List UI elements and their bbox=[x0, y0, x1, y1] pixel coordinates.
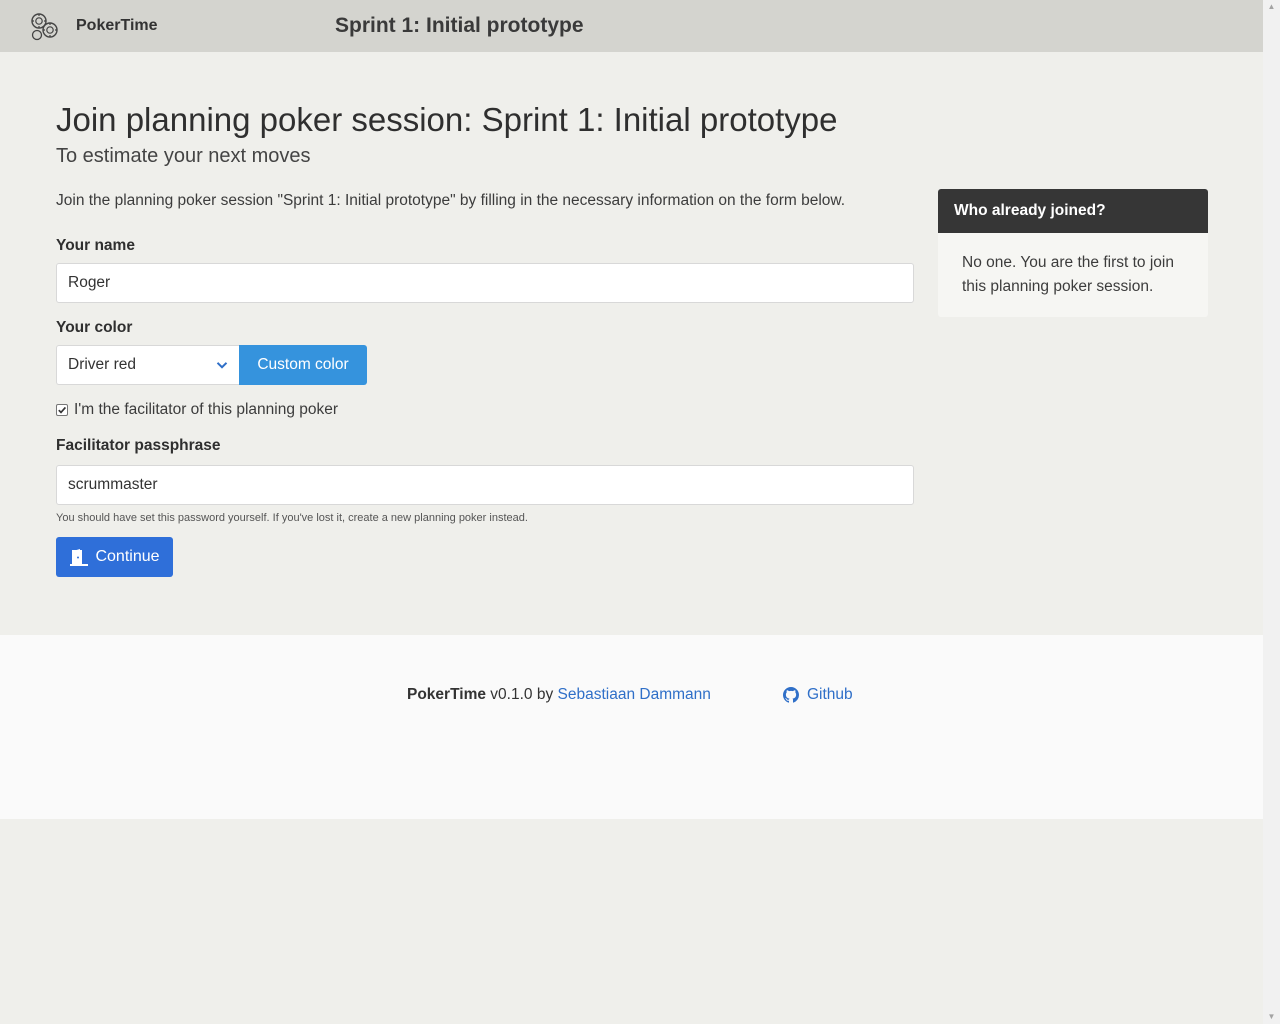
color-select[interactable]: Driver red bbox=[56, 345, 239, 385]
page-subtitle: To estimate your next moves bbox=[56, 145, 311, 167]
brand[interactable]: PokerTime bbox=[28, 10, 158, 42]
passphrase-input[interactable]: scrummaster bbox=[56, 465, 914, 505]
github-link[interactable]: Github bbox=[783, 685, 853, 705]
form-intro: Join the planning poker session "Sprint … bbox=[56, 192, 846, 209]
joined-panel-body: No one. You are the first to join this p… bbox=[962, 254, 1174, 295]
facilitator-label: I'm the facilitator of this planning pok… bbox=[74, 401, 339, 418]
joined-panel: Who already joined? No one. You are the … bbox=[938, 189, 1208, 317]
footer-credits: PokerTime v0.1.0 by Sebastiaan Dammann bbox=[407, 685, 711, 705]
github-icon bbox=[783, 687, 799, 703]
passphrase-help: You should have set this password yourse… bbox=[56, 512, 528, 524]
navbar: PokerTime Sprint 1: Initial prototype bbox=[0, 0, 1263, 52]
color-label: Your color bbox=[56, 319, 133, 336]
page-title: Join planning poker session: Sprint 1: I… bbox=[56, 101, 838, 138]
facilitator-row: I'm the facilitator of this planning pok… bbox=[56, 401, 914, 419]
footer-version: v0.1.0 by bbox=[490, 686, 554, 703]
github-label: Github bbox=[807, 686, 853, 703]
joined-panel-title: Who already joined? bbox=[938, 189, 1208, 233]
door-open-icon bbox=[70, 549, 89, 566]
facilitator-checkbox[interactable] bbox=[56, 404, 68, 416]
name-input[interactable]: Roger bbox=[56, 263, 914, 303]
continue-button[interactable]: Continue bbox=[56, 537, 173, 577]
custom-color-button[interactable]: Custom color bbox=[239, 345, 367, 385]
scrollbar[interactable] bbox=[1263, 0, 1280, 1024]
footer-app-name: PokerTime bbox=[407, 686, 486, 703]
chevron-down-icon bbox=[216, 362, 228, 369]
name-label: Your name bbox=[56, 237, 135, 254]
poker-chips-icon bbox=[31, 13, 58, 41]
passphrase-label: Facilitator passphrase bbox=[56, 437, 221, 454]
scroll-up-icon[interactable]: ▲ bbox=[1266, 2, 1277, 12]
page: PokerTime Sprint 1: Initial prototype Jo… bbox=[0, 0, 1263, 1024]
join-form: Join the planning poker session "Sprint … bbox=[56, 189, 914, 577]
footer bbox=[0, 635, 1263, 819]
session-title: Sprint 1: Initial prototype bbox=[335, 14, 584, 37]
color-select-value: Driver red bbox=[68, 356, 137, 373]
main-content: Join planning poker session: Sprint 1: I… bbox=[56, 96, 1208, 577]
author-link[interactable]: Sebastiaan Dammann bbox=[558, 686, 711, 703]
scroll-down-icon[interactable]: ▼ bbox=[1266, 1012, 1277, 1022]
continue-label: Continue bbox=[95, 548, 160, 565]
color-picker-row: Driver red Custom color bbox=[56, 345, 914, 385]
checkmark-icon bbox=[58, 406, 67, 414]
brand-name: PokerTime bbox=[76, 17, 158, 34]
